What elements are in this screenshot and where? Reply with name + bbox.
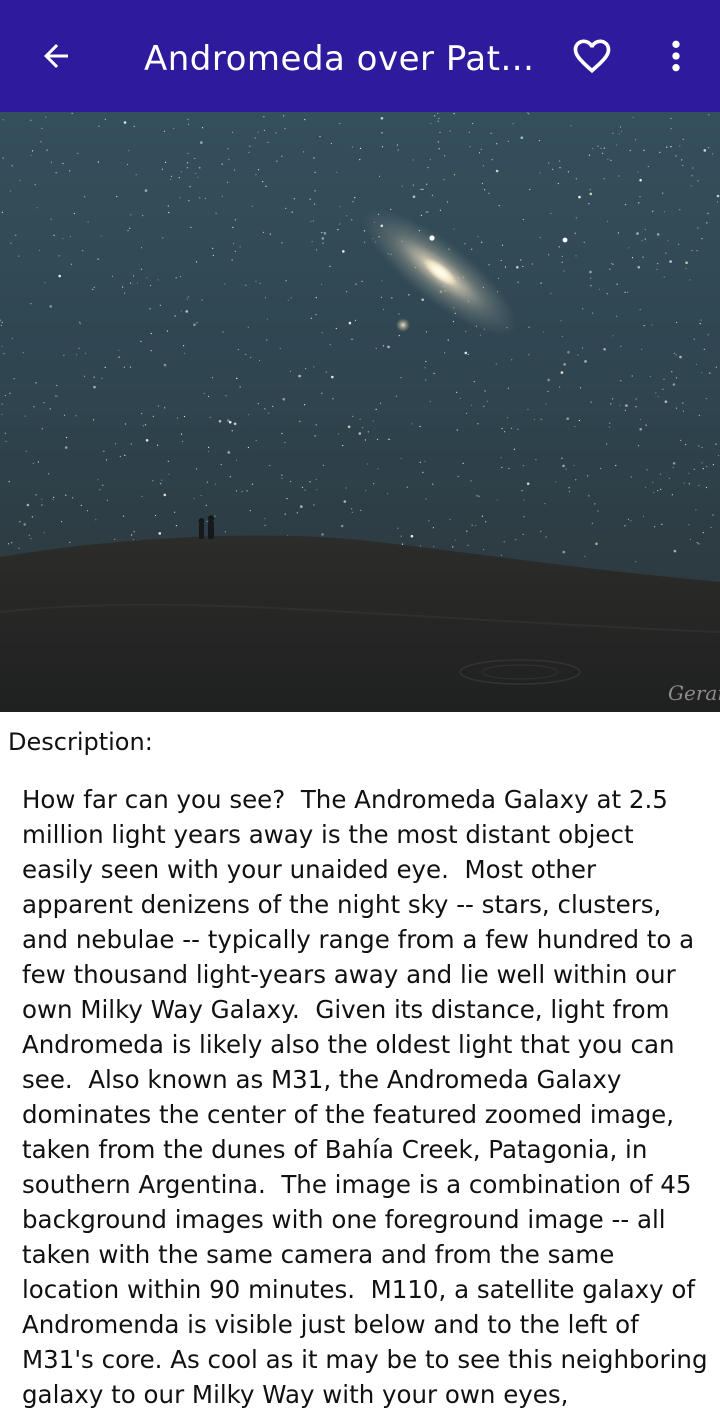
favorite-button[interactable]: [566, 32, 618, 80]
night-sky-photo: Gerardo: [0, 112, 720, 712]
apod-image[interactable]: Gerardo: [0, 112, 720, 712]
more-vert-icon: [672, 40, 680, 72]
overflow-menu-button[interactable]: [652, 32, 700, 80]
description-label: Description:: [8, 728, 153, 756]
app-bar: Andromeda over Pat...: [0, 0, 720, 112]
back-button[interactable]: [30, 32, 82, 80]
photo-watermark: Gerardo: [668, 681, 720, 705]
arrow-back-icon: [44, 44, 68, 68]
page-title: Andromeda over Pat...: [144, 39, 534, 79]
description-text: How far can you see? The Andromeda Galax…: [22, 785, 716, 1409]
heart-outline-icon: [573, 39, 611, 74]
